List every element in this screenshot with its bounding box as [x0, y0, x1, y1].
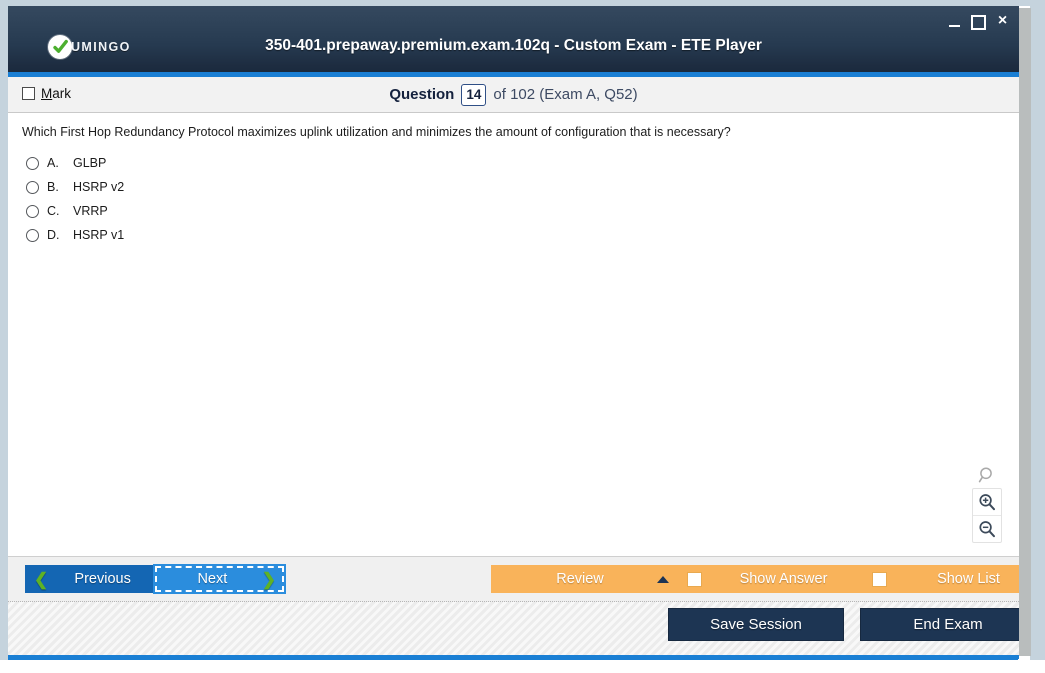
session-footer-bar: Save Session End Exam: [8, 602, 1019, 659]
app-logo: UMINGO: [48, 35, 131, 59]
previous-button-label: Previous: [74, 571, 131, 587]
app-logo-text: UMINGO: [71, 40, 131, 54]
zoom-out-icon[interactable]: [973, 515, 1001, 542]
question-content-area: Which First Hop Redundancy Protocol maxi…: [8, 113, 1019, 557]
answer-option-b-text: HSRP v2: [73, 180, 125, 194]
window-frame-right: [1030, 0, 1045, 660]
question-word: Question: [389, 86, 455, 103]
previous-button[interactable]: ❮ Previous: [25, 565, 166, 593]
maximize-button[interactable]: [971, 12, 986, 30]
radio-option-d[interactable]: [26, 228, 39, 242]
end-exam-button[interactable]: End Exam: [860, 608, 1019, 641]
minimize-icon: [949, 24, 960, 27]
show-answer-button-label: Show Answer: [739, 571, 828, 587]
answer-option-c[interactable]: C. VRRP: [26, 199, 124, 223]
zoom-in-icon[interactable]: [973, 489, 1001, 515]
answer-option-b[interactable]: B. HSRP v2: [26, 175, 124, 199]
show-answer-checkbox-icon: [687, 571, 702, 587]
vumingo-check-icon: [48, 35, 72, 59]
answer-option-d-letter: D.: [47, 228, 60, 242]
question-text: Which First Hop Redundancy Protocol maxi…: [22, 125, 731, 139]
question-total-label: of 102 (Exam A, Q52): [493, 86, 638, 103]
next-button-label: Next: [197, 571, 228, 587]
minimize-button[interactable]: [947, 12, 962, 30]
show-list-button-label: Show List: [937, 571, 1000, 587]
desktop-bottom-strip: [0, 660, 1045, 673]
answer-option-a-text: GLBP: [73, 156, 107, 170]
answer-option-d-text: HSRP v1: [73, 228, 125, 242]
answer-option-c-letter: C.: [47, 204, 60, 218]
maximize-icon: [971, 14, 986, 30]
review-button-label: Review: [556, 571, 604, 587]
window-title: 350-401.prepaway.premium.exam.102q - Cus…: [265, 37, 762, 54]
chevron-right-icon: ❯: [261, 569, 276, 589]
answer-option-a-letter: A.: [47, 156, 59, 170]
question-counter: Question 14 of 102 (Exam A, Q52): [8, 83, 1019, 106]
radio-option-b[interactable]: [26, 180, 39, 194]
caret-up-icon: [657, 575, 669, 583]
radio-option-c[interactable]: [26, 204, 39, 218]
navigation-button-bar: ❮ Previous Next ❯ Review Show Answer Sho…: [8, 557, 1019, 602]
desktop-background: UMINGO 350-401.prepaway.premium.exam.102…: [0, 0, 1045, 673]
answer-option-a[interactable]: A. GLBP: [26, 151, 124, 175]
zoom-toolbar: [972, 462, 1002, 543]
answer-option-b-letter: B.: [47, 180, 59, 194]
answer-options-list: A. GLBP B. HSRP v2 C. VRRP D. HSRP v1: [26, 151, 124, 247]
show-list-button[interactable]: Show List: [860, 565, 1019, 593]
answer-option-d[interactable]: D. HSRP v1: [26, 223, 124, 247]
ete-player-window: UMINGO 350-401.prepaway.premium.exam.102…: [8, 6, 1019, 660]
zoom-buttons-group: [972, 488, 1002, 543]
search-icon[interactable]: [973, 462, 1001, 488]
title-bar[interactable]: UMINGO 350-401.prepaway.premium.exam.102…: [8, 6, 1019, 77]
window-shadow-right: [1018, 8, 1031, 656]
question-header-bar: Mark Question 14 of 102 (Exam A, Q52): [8, 77, 1019, 113]
show-answer-button[interactable]: Show Answer: [675, 565, 861, 593]
radio-option-a[interactable]: [26, 156, 39, 170]
answer-option-c-text: VRRP: [73, 204, 108, 218]
show-list-checkbox-icon: [872, 571, 887, 587]
save-session-button[interactable]: Save Session: [668, 608, 844, 641]
chevron-left-icon: ❮: [34, 569, 49, 589]
window-controls: ×: [947, 12, 1010, 30]
close-button[interactable]: ×: [995, 12, 1010, 30]
review-button[interactable]: Review: [491, 565, 681, 593]
question-number-field[interactable]: 14: [461, 83, 487, 106]
next-button[interactable]: Next ❯: [154, 565, 285, 593]
window-frame-left: [0, 0, 8, 660]
